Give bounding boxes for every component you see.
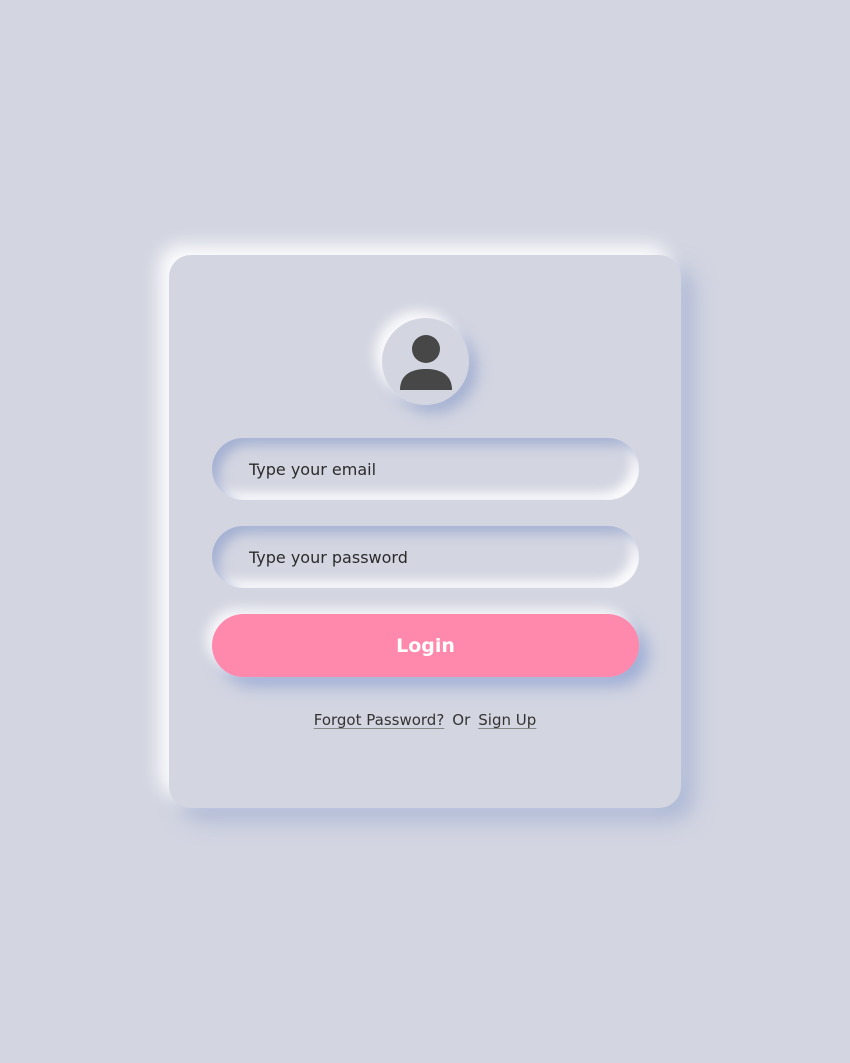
user-icon	[399, 334, 452, 390]
password-field[interactable]	[212, 526, 639, 588]
avatar	[382, 318, 469, 405]
login-card: Login Forgot Password? Or Sign Up	[169, 255, 681, 808]
login-button[interactable]: Login	[212, 614, 639, 677]
or-separator: Or	[452, 711, 471, 729]
sign-up-link[interactable]: Sign Up	[478, 711, 536, 729]
forgot-password-link[interactable]: Forgot Password?	[314, 711, 445, 729]
email-field[interactable]	[212, 438, 639, 500]
auth-links: Forgot Password? Or Sign Up	[169, 711, 681, 729]
password-field-wrapper	[212, 526, 639, 588]
email-field-wrapper	[212, 438, 639, 500]
